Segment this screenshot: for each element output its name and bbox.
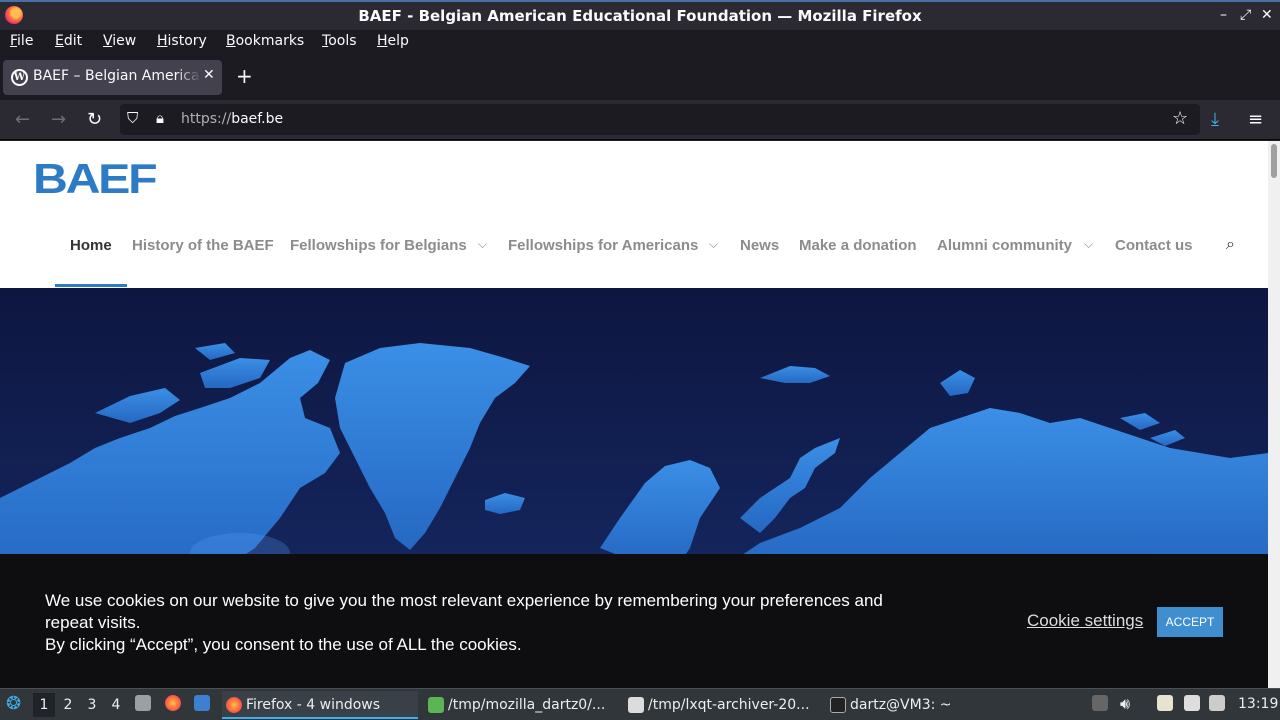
nav-fellowships-americans[interactable]: Fellowships for Americans (508, 237, 698, 254)
volume-icon[interactable]: 🔊︎ (1120, 694, 1130, 714)
cookie-banner: We use cookies on our website to give yo… (0, 554, 1268, 688)
show-desktop-icon[interactable] (194, 695, 214, 711)
chevron-down-icon[interactable]: ⌵ (478, 237, 487, 252)
navigation-toolbar: ← → ↻ ⛉ 🔒︎ https://baef.be ☆ ⤓ ≡ (0, 100, 1280, 140)
site-nav: Home History of the BAEF Fellowships for… (0, 236, 1268, 259)
window-titlebar: BAEF - Belgian American Educational Foun… (0, 0, 1280, 30)
baef-logo[interactable]: BAEF (33, 155, 158, 203)
menu-bookmarks[interactable]: Bookmarks (226, 33, 304, 49)
maximize-button[interactable]: ⤢ (1240, 7, 1251, 23)
desktop-3-button[interactable]: 3 (81, 693, 103, 717)
forward-icon[interactable]: → (51, 109, 66, 130)
bookmark-star-icon[interactable]: ☆ (1172, 108, 1188, 129)
reload-icon[interactable]: ↻ (87, 109, 102, 130)
nav-donation[interactable]: Make a donation (799, 237, 917, 254)
task-mozilla-folder[interactable]: /tmp/mozilla_dartz0/... (426, 691, 616, 719)
menubar: File Edit View History Bookmarks Tools H… (0, 30, 1280, 54)
cookie-settings-link[interactable]: Cookie settings (1027, 611, 1143, 631)
url-text[interactable]: https://baef.be (181, 111, 283, 127)
nav-home[interactable]: Home (70, 237, 112, 254)
cookie-message-line1: We use cookies on our website to give yo… (45, 591, 883, 632)
tab-baef[interactable]: W BAEF – Belgian American Educational Fo… (3, 60, 222, 95)
nav-alumni[interactable]: Alumni community (937, 237, 1072, 254)
display-icon[interactable] (1184, 695, 1204, 711)
chevron-down-icon[interactable]: ⌵ (1084, 237, 1093, 252)
tab-close-icon[interactable]: ✕ (203, 67, 215, 83)
close-window-button[interactable]: ✕ (1261, 7, 1273, 23)
notification-icon[interactable] (1209, 695, 1229, 711)
menu-help[interactable]: Help (377, 33, 409, 49)
tracking-shield-icon[interactable]: ⛉ (127, 109, 138, 127)
tray-arrow-icon[interactable] (1092, 695, 1112, 711)
menu-file[interactable]: File (10, 33, 33, 49)
chevron-down-icon[interactable]: ⌵ (709, 237, 718, 252)
clock[interactable]: 13:19 (1238, 696, 1278, 712)
menu-edit[interactable]: Edit (55, 33, 82, 49)
task-terminal[interactable]: dartz@VM3: ~ (828, 691, 1018, 719)
file-manager-icon[interactable] (135, 695, 155, 711)
cookie-accept-button[interactable]: ACCEPT (1157, 607, 1223, 637)
cookie-message-line2: By clicking “Accept”, you consent to the… (45, 635, 522, 654)
clipboard-icon[interactable] (1157, 695, 1177, 711)
url-bar[interactable]: ⛉ 🔒︎ https://baef.be ☆ (120, 104, 1200, 135)
tab-label: BAEF – Belgian American Educational Foun… (33, 68, 201, 84)
downloads-icon[interactable]: ⤓ (1211, 109, 1219, 130)
task-archiver[interactable]: /tmp/lxqt-archiver-20... (626, 691, 816, 719)
window-title: BAEF - Belgian American Educational Foun… (358, 7, 922, 25)
tabbar: W BAEF – Belgian American Educational Fo… (0, 54, 1280, 100)
scrollbar-thumb[interactable] (1271, 144, 1277, 178)
minimize-button[interactable]: – (1220, 7, 1227, 23)
app-launcher-icon[interactable]: ❂ (6, 693, 21, 714)
desktop-4-button[interactable]: 4 (105, 693, 127, 717)
nav-history[interactable]: History of the BAEF (132, 237, 274, 254)
page-scrollbar[interactable] (1268, 141, 1280, 688)
back-icon[interactable]: ← (15, 109, 30, 130)
desktop-1-button[interactable]: 1 (33, 693, 55, 717)
wordpress-favicon-icon: W (11, 69, 28, 86)
nav-news[interactable]: News (740, 237, 779, 254)
active-nav-indicator (55, 284, 127, 287)
search-icon[interactable]: ⌕ (1226, 236, 1235, 254)
new-tab-button[interactable]: + (236, 64, 253, 88)
menu-tools[interactable]: Tools (322, 33, 357, 49)
nav-fellowships-belgians[interactable]: Fellowships for Belgians (290, 237, 467, 254)
system-taskbar: ❂ 1 2 3 4 Firefox - 4 windows /tmp/mozil… (0, 688, 1280, 720)
app-menu-icon[interactable]: ≡ (1248, 109, 1263, 130)
nav-contact[interactable]: Contact us (1115, 237, 1193, 254)
task-firefox[interactable]: Firefox - 4 windows (222, 691, 418, 719)
menu-history[interactable]: History (157, 33, 207, 49)
menu-view[interactable]: View (103, 33, 136, 49)
desktop-2-button[interactable]: 2 (57, 693, 79, 717)
cookie-message: We use cookies on our website to give yo… (45, 590, 905, 656)
lock-icon[interactable]: 🔒︎ (156, 109, 164, 127)
firefox-launcher-icon[interactable] (165, 695, 185, 711)
